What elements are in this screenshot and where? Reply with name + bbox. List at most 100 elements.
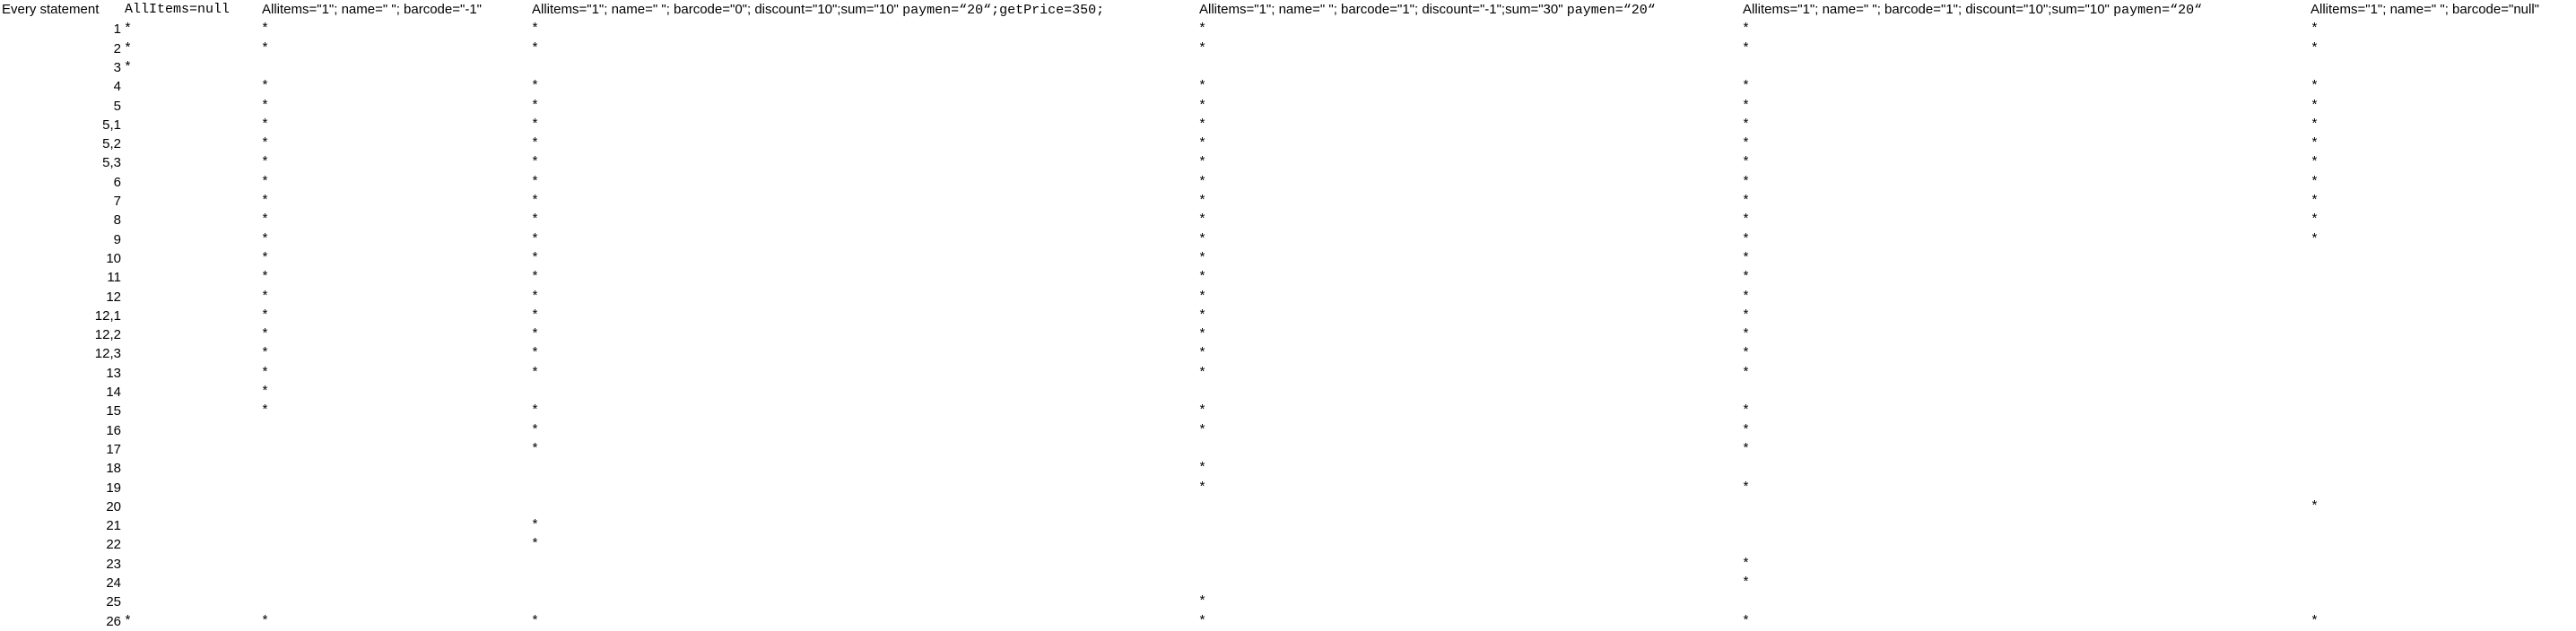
header-col-discount-minus-1-payment: paymen=“20“ <box>1566 3 1656 18</box>
statement-number: 12,3 <box>94 346 121 362</box>
coverage-mark-col-3: * <box>1198 212 1207 229</box>
statement-number: 24 <box>106 575 121 591</box>
header-every-statement: Every statement <box>2 2 100 17</box>
statement-number: 8 <box>113 212 121 229</box>
coverage-mark-col-4: * <box>1742 79 1751 95</box>
statement-number: 17 <box>106 441 121 457</box>
header-col-discount-minus-1-params: Allitems="1"; name=" "; barcode="1"; dis… <box>1199 2 1563 17</box>
table-row: 8 * * * * * <box>0 211 2576 229</box>
table-row: 21 * <box>0 516 2576 535</box>
coverage-mark-col-4: * <box>1742 422 1751 438</box>
header-col-barcode-0-params: Allitems="1"; name=" "; barcode="0"; dis… <box>532 2 899 17</box>
statement-number: 21 <box>106 518 121 534</box>
coverage-mark-col-3: * <box>1198 403 1207 419</box>
coverage-mark-col-2: * <box>531 250 540 266</box>
statement-number: 22 <box>106 537 121 553</box>
table-row: 5,3 * * * * * <box>0 153 2576 172</box>
coverage-mark-col-5: * <box>2311 136 2319 152</box>
table-row: 1 * * * * * * <box>0 20 2576 39</box>
table-row: 9 * * * * * <box>0 230 2576 249</box>
coverage-mark-col-3: * <box>1198 365 1207 381</box>
table-row: 17 * * <box>0 440 2576 459</box>
table-row: 15 * * * * <box>0 402 2576 420</box>
statement-number: 12 <box>106 289 121 305</box>
coverage-mark-col-2: * <box>531 155 540 171</box>
statement-number: 3 <box>113 59 121 75</box>
header-col-barcode-null: Allitems="1"; name=" "; barcode="null" <box>2311 2 2539 17</box>
table-row: 2 * * * * * * <box>0 39 2576 58</box>
table-row: 7 * * * * * <box>0 192 2576 211</box>
table-row: 4 * * * * * <box>0 77 2576 96</box>
coverage-mark-col-3: * <box>1198 40 1207 56</box>
statement-number: 15 <box>106 403 121 419</box>
coverage-mark-col-1: * <box>261 365 270 381</box>
coverage-mark-col-4: * <box>1742 22 1751 38</box>
coverage-mark-col-4: * <box>1742 231 1751 247</box>
coverage-mark-col-1: * <box>261 307 270 324</box>
coverage-mark-col-4: * <box>1742 270 1751 286</box>
coverage-mark-col-4: * <box>1742 194 1751 209</box>
coverage-mark-col-2: * <box>531 518 540 534</box>
table-row: 26 * * * * * * <box>0 612 2576 631</box>
coverage-mark-col-5: * <box>2311 231 2319 247</box>
coverage-mark-col-3: * <box>1198 194 1207 209</box>
coverage-mark-col-3: * <box>1198 422 1207 438</box>
statement-number: 23 <box>106 556 121 572</box>
coverage-mark-col-5: * <box>2311 98 2319 114</box>
header-col-discount-10-payment: paymen=“20“ <box>2113 3 2203 18</box>
coverage-mark-col-1: * <box>261 250 270 266</box>
coverage-mark-col-3: * <box>1198 307 1207 324</box>
statement-number: 10 <box>106 250 121 266</box>
statement-number: 1 <box>113 22 121 38</box>
coverage-mark-col-2: * <box>531 270 540 286</box>
coverage-mark-col-2: * <box>531 117 540 133</box>
coverage-mark-col-2: * <box>531 403 540 419</box>
statement-number: 5,1 <box>102 117 121 133</box>
table-row: 12,1 * * * * <box>0 307 2576 325</box>
table-row: 16 * * * <box>0 421 2576 440</box>
coverage-mark-col-4: * <box>1742 556 1751 572</box>
table-row: 5,2 * * * * * <box>0 134 2576 153</box>
coverage-mark-col-5: * <box>2311 212 2319 229</box>
header-col-barcode-0-payment: paymen=“20“;getPrice=350; <box>902 3 1105 18</box>
coverage-mark-col-1: * <box>261 346 270 362</box>
statement-number: 12,2 <box>94 327 121 343</box>
coverage-mark-col-2: * <box>531 79 540 95</box>
statement-number: 9 <box>113 231 121 247</box>
coverage-mark-col-2: * <box>531 422 540 438</box>
coverage-mark-col-2: * <box>531 289 540 305</box>
statement-number: 25 <box>106 594 121 610</box>
coverage-mark-col-4: * <box>1742 346 1751 362</box>
coverage-mark-col-2: * <box>531 346 540 362</box>
statement-always-mark: * <box>124 40 133 56</box>
coverage-mark-col-5: * <box>2311 40 2319 56</box>
coverage-mark-col-3: * <box>1198 270 1207 286</box>
coverage-mark-col-3: * <box>1198 480 1207 496</box>
coverage-mark-col-4: * <box>1742 575 1751 591</box>
statement-always-mark: * <box>124 59 133 75</box>
coverage-mark-col-4: * <box>1742 212 1751 229</box>
coverage-mark-col-3: * <box>1198 594 1207 610</box>
coverage-mark-col-3: * <box>1198 174 1207 190</box>
coverage-mark-col-1: * <box>261 79 270 95</box>
statement-number: 13 <box>106 365 121 381</box>
coverage-mark-col-4: * <box>1742 480 1751 496</box>
table-row: 12,2 * * * * <box>0 325 2576 344</box>
coverage-mark-col-5: * <box>2311 174 2319 190</box>
coverage-mark-col-1: * <box>261 117 270 133</box>
coverage-mark-col-2: * <box>531 365 540 381</box>
table-row: 11 * * * * <box>0 268 2576 287</box>
coverage-mark-col-2: * <box>531 613 540 629</box>
coverage-mark-col-4: * <box>1742 307 1751 324</box>
table-row: 18 * <box>0 459 2576 478</box>
coverage-mark-col-5: * <box>2311 22 2319 38</box>
coverage-mark-col-4: * <box>1742 289 1751 305</box>
statement-number: 19 <box>106 480 121 496</box>
header-col-discount-10-params: Allitems="1"; name=" "; barcode="1"; dis… <box>1743 2 2110 17</box>
table-row: 25 * <box>0 592 2576 611</box>
coverage-mark-col-3: * <box>1198 461 1207 477</box>
coverage-mark-col-2: * <box>531 231 540 247</box>
table-row: 12,3 * * * * <box>0 344 2576 363</box>
statement-number: 2 <box>113 40 121 56</box>
coverage-mark-col-1: * <box>261 155 270 171</box>
